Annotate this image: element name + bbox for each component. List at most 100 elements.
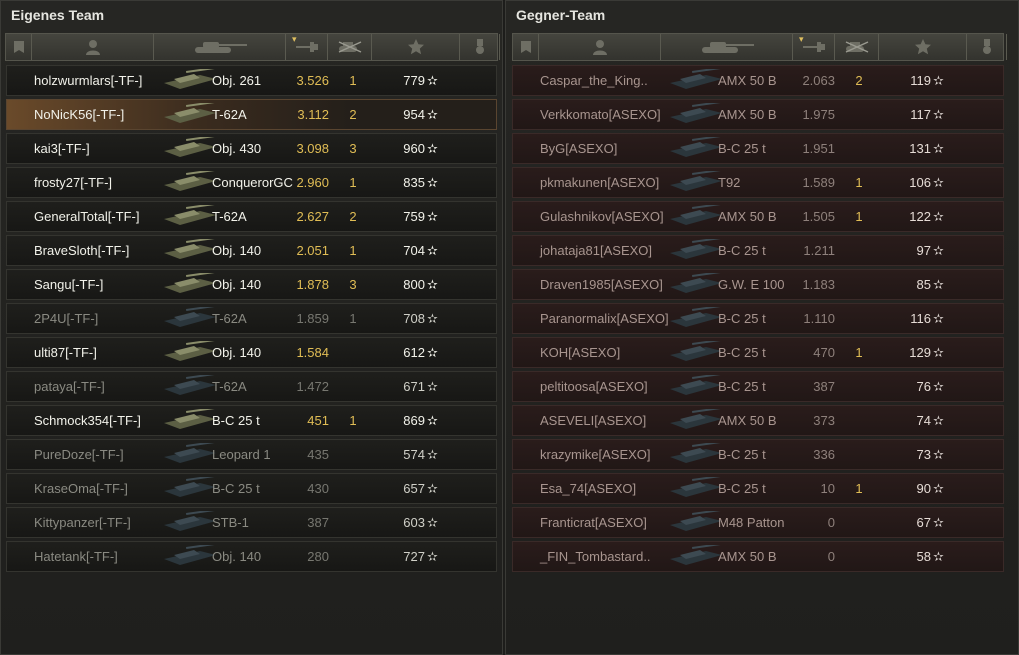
enemy-player-row[interactable]: KOH[ASEXO] B-C 25 t 470 1 129 ✫ [512, 337, 1004, 368]
kills-count: 2 [349, 209, 357, 224]
rating-value: 1.211 [803, 243, 835, 258]
column-header-tank[interactable] [661, 34, 793, 60]
own-player-row[interactable]: 2P4U[-TF-] T-62A 1.859 1 708 ✫ [6, 303, 497, 334]
rating-value: 0 [827, 515, 835, 530]
kills-count: 1 [349, 413, 357, 428]
own-player-row[interactable]: BraveSloth[-TF-] Obj. 140 2.051 1 704 ✫ [6, 235, 497, 266]
xp-star-icon: ✫ [427, 175, 438, 190]
own-player-row[interactable]: ulti87[-TF-] Obj. 140 1.584 612 ✫ [6, 337, 497, 368]
enemy-player-row[interactable]: pkmakunen[ASEXO] T92 1.589 1 106 ✫ [512, 167, 1004, 198]
own-player-row[interactable]: frosty27[-TF-] ConquerorGC 2.960 1 835 ✫ [6, 167, 497, 198]
tank-name: B-C 25 t [212, 481, 260, 496]
rating-value: 2.063 [802, 73, 835, 88]
tank-icon [700, 40, 754, 54]
column-header-kills[interactable] [328, 34, 372, 60]
column-header-damage[interactable]: ▾ [793, 34, 835, 60]
rating-value: 336 [813, 447, 835, 462]
enemy-player-row[interactable]: Verkkomato[ASEXO] AMX 50 B 1.975 117 ✫ [512, 99, 1004, 130]
enemy-player-row[interactable]: Esa_74[ASEXO] B-C 25 t 10 1 90 ✫ [512, 473, 1004, 504]
xp-star-icon: ✫ [427, 413, 438, 428]
xp-value: 74 [916, 413, 931, 428]
tank-silhouette-icon [666, 100, 726, 127]
sort-arrow-icon: ▾ [799, 34, 804, 44]
enemy-player-row[interactable]: Draven1985[ASEXO] G.W. E 100 1.183 85 ✫ [512, 269, 1004, 300]
tank-name: B-C 25 t [718, 481, 766, 496]
player-name: Verkkomato[ASEXO] [540, 107, 661, 122]
rating-value: 387 [813, 379, 835, 394]
player-name: holzwurmlars[-TF-] [34, 73, 143, 88]
tank-name: B-C 25 t [212, 413, 260, 428]
player-name: BraveSloth[-TF-] [34, 243, 130, 258]
own-player-row[interactable]: pataya[-TF-] T-62A 1.472 671 ✫ [6, 371, 497, 402]
enemy-player-row[interactable]: krazymike[ASEXO] B-C 25 t 336 73 ✫ [512, 439, 1004, 470]
xp-value: 67 [916, 515, 931, 530]
xp-value: 603 [403, 515, 425, 530]
kills-count: 1 [855, 175, 863, 190]
own-player-row[interactable]: holzwurmlars[-TF-] Obj. 261 3.526 1 779 ✫ [6, 65, 497, 96]
own-player-row[interactable]: Sangu[-TF-] Obj. 140 1.878 3 800 ✫ [6, 269, 497, 300]
column-header-xp-star[interactable] [879, 34, 967, 60]
player-name: ASEVELI[ASEXO] [540, 413, 647, 428]
xp-star-icon [914, 39, 931, 55]
enemy-player-row[interactable]: Franticrat[ASEXO] M48 Patton 0 67 ✫ [512, 507, 1004, 538]
column-header-medal[interactable] [967, 34, 1007, 60]
own-player-row[interactable]: KraseOma[-TF-] B-C 25 t 430 657 ✫ [6, 473, 497, 504]
enemy-player-row[interactable]: ASEVELI[ASEXO] AMX 50 B 373 74 ✫ [512, 405, 1004, 436]
player-name: Kittypanzer[-TF-] [34, 515, 131, 530]
column-header-player[interactable] [32, 34, 154, 60]
xp-value: 76 [916, 379, 931, 394]
enemy-team-header: ▾ [512, 33, 1007, 61]
tank-name: B-C 25 t [718, 379, 766, 394]
own-player-row[interactable]: PureDoze[-TF-] Leopard 1 435 574 ✫ [6, 439, 497, 470]
rating-value: 2.051 [296, 243, 329, 258]
enemy-player-row[interactable]: johataja81[ASEXO] B-C 25 t 1.211 97 ✫ [512, 235, 1004, 266]
column-header-medal[interactable] [460, 34, 500, 60]
own-player-row[interactable]: kai3[-TF-] Obj. 430 3.098 3 960 ✫ [6, 133, 497, 164]
tank-name: B-C 25 t [718, 345, 766, 360]
own-player-row[interactable]: NoNicK56[-TF-] T-62A 3.112 2 954 ✫ [6, 99, 497, 130]
kills-count: 1 [855, 209, 863, 224]
tank-name: AMX 50 B [718, 209, 777, 224]
column-header-rank[interactable] [513, 34, 539, 60]
tank-silhouette-icon [160, 236, 220, 263]
column-header-tank[interactable] [154, 34, 286, 60]
rating-value: 10 [820, 481, 835, 496]
tank-silhouette-icon [160, 372, 220, 399]
player-name: Gulashnikov[ASEXO] [540, 209, 664, 224]
kills-count: 1 [349, 243, 357, 258]
column-header-xp-star[interactable] [372, 34, 460, 60]
player-name: Paranormalix[ASEXO] [540, 311, 669, 326]
player-name: pkmakunen[ASEXO] [540, 175, 660, 190]
tank-name: Leopard 1 [212, 447, 271, 462]
column-header-player[interactable] [539, 34, 661, 60]
tank-silhouette-icon [160, 66, 220, 93]
enemy-player-row[interactable]: peltitoosa[ASEXO] B-C 25 t 387 76 ✫ [512, 371, 1004, 402]
enemy-player-row[interactable]: ByG[ASEXO] B-C 25 t 1.951 131 ✫ [512, 133, 1004, 164]
enemy-player-row[interactable]: Caspar_the_King.. AMX 50 B 2.063 2 119 ✫ [512, 65, 1004, 96]
enemy-player-row[interactable]: Gulashnikov[ASEXO] AMX 50 B 1.505 1 122 ✫ [512, 201, 1004, 232]
player-name: Esa_74[ASEXO] [540, 481, 637, 496]
xp-star-icon: ✫ [933, 549, 944, 564]
tank-name: STB-1 [212, 515, 249, 530]
tank-name: T-62A [212, 107, 247, 122]
xp-value: 73 [916, 447, 931, 462]
column-header-rank[interactable] [6, 34, 32, 60]
xp-star-icon: ✫ [427, 481, 438, 496]
own-player-row[interactable]: Schmock354[-TF-] B-C 25 t 451 1 869 ✫ [6, 405, 497, 436]
own-team-title: Eigenes Team [11, 7, 105, 23]
own-player-row[interactable]: GeneralTotal[-TF-] T-62A 2.627 2 759 ✫ [6, 201, 497, 232]
enemy-player-row[interactable]: Paranormalix[ASEXO] B-C 25 t 1.110 116 ✫ [512, 303, 1004, 334]
own-player-row[interactable]: Kittypanzer[-TF-] STB-1 387 603 ✫ [6, 507, 497, 538]
rating-value: 3.098 [296, 141, 329, 156]
sort-arrow-icon: ▾ [292, 34, 297, 44]
column-header-kills[interactable] [835, 34, 879, 60]
kills-count: 1 [349, 175, 357, 190]
xp-star-icon: ✫ [427, 515, 438, 530]
rating-value: 1.951 [802, 141, 835, 156]
rating-value: 387 [307, 515, 329, 530]
rating-value: 451 [307, 413, 329, 428]
own-player-row[interactable]: Hatetank[-TF-] Obj. 140 280 727 ✫ [6, 541, 497, 572]
column-header-damage[interactable]: ▾ [286, 34, 328, 60]
enemy-player-row[interactable]: _FIN_Tombastard.. AMX 50 B 0 58 ✫ [512, 541, 1004, 572]
damage-icon [802, 40, 825, 54]
